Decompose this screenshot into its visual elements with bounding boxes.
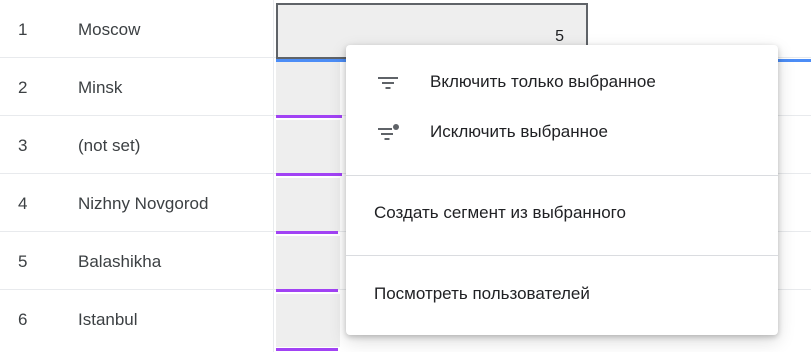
row-city[interactable]: Moscow [78,20,140,40]
menu-item-label: Создать сегмент из выбранного [374,203,626,222]
menu-item-exclude-selected[interactable]: Исключить выбранное [346,109,778,157]
row-city[interactable]: Minsk [78,78,122,98]
value-bar [276,289,338,292]
row-index: 4 [18,194,28,213]
menu-divider [346,175,778,176]
row-index: 1 [18,20,28,39]
value-bar [276,231,338,234]
row-index: 6 [18,310,28,329]
value-bar [276,115,342,118]
filter-exclude-icon [376,123,400,143]
menu-item-label: Посмотреть пользователей [374,284,590,303]
row-city[interactable]: Nizhny Novgorod [78,194,208,214]
selected-cell-value: 5 [555,28,564,45]
value-cell[interactable] [276,62,340,115]
row-index: 2 [18,78,28,97]
value-cell[interactable] [276,178,340,231]
filter-icon [376,73,400,93]
row-city[interactable]: Istanbul [78,310,138,330]
value-cell[interactable] [276,294,340,347]
row-city[interactable]: Balashikha [78,252,161,272]
menu-item-view-users[interactable]: Посмотреть пользователей [346,271,778,319]
value-bar [276,348,338,351]
menu-item-label: Исключить выбранное [430,122,608,141]
value-cell[interactable] [276,236,340,289]
row-index: 5 [18,252,28,271]
column-divider [273,0,274,352]
menu-item-include-selected[interactable]: Включить только выбранное [346,59,778,107]
menu-item-label: Включить только выбранное [430,72,656,91]
menu-item-create-segment[interactable]: Создать сегмент из выбранного [346,190,778,238]
context-menu: Включить только выбранное Исключить выбр… [346,45,778,335]
row-index: 3 [18,136,28,155]
value-bar [276,173,342,176]
row-city[interactable]: (not set) [78,136,140,156]
value-cell[interactable] [276,120,340,173]
menu-divider [346,255,778,256]
